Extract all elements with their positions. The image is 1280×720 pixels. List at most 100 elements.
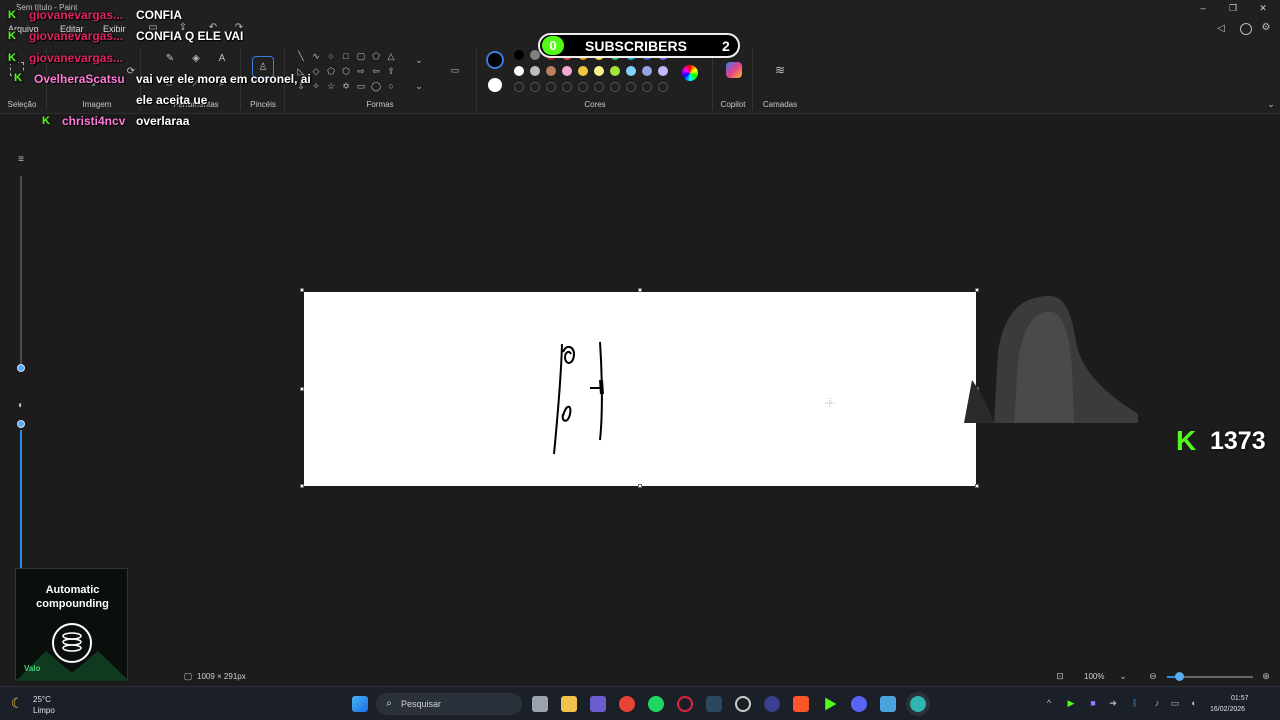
palette-swatch[interactable] [610, 66, 620, 76]
drawing-canvas[interactable] [304, 292, 976, 486]
opacity-slider-knob[interactable] [17, 420, 25, 428]
resize-handle[interactable] [638, 484, 642, 488]
microphone-icon[interactable]: ♪ [1150, 697, 1164, 709]
fill-dropdown-icon[interactable]: ⌄ [412, 80, 426, 92]
task-view-icon[interactable] [532, 696, 548, 712]
custom-color-slot[interactable] [626, 82, 636, 92]
six-point-star-shape-icon[interactable]: ✡ [339, 80, 353, 92]
collapse-ribbon-icon[interactable]: ⌄ [1264, 98, 1278, 110]
left-arrow-shape-icon[interactable]: ⇦ [369, 65, 383, 77]
fit-to-window-icon[interactable]: ⊡ [1053, 670, 1067, 682]
network-icon[interactable]: ▭ [1168, 697, 1182, 709]
settings-gear-icon[interactable]: ⚙ [1259, 22, 1273, 34]
custom-color-slot[interactable] [562, 82, 572, 92]
callout-shape-icon[interactable]: ▭ [354, 80, 368, 92]
pentagon-shape-icon[interactable]: ⬠ [324, 65, 338, 77]
spotify-icon[interactable] [648, 696, 664, 712]
resize-handle[interactable] [300, 387, 304, 391]
clock-date[interactable]: 16/02/2026 [1210, 706, 1245, 713]
custom-color-slot[interactable] [514, 82, 524, 92]
resize-handle[interactable] [300, 288, 304, 292]
oval-shape-icon[interactable]: ○ [324, 50, 338, 62]
tray-kick-icon[interactable]: ▶ [1064, 697, 1078, 709]
zoom-out-icon[interactable]: ⊖ [1146, 670, 1160, 682]
palette-swatch[interactable] [514, 66, 524, 76]
notepad-icon[interactable] [880, 696, 896, 712]
account-icon[interactable] [1240, 23, 1252, 35]
tray-chevron-icon[interactable]: ^ [1042, 697, 1056, 709]
weather-temp[interactable]: 25°C [33, 695, 51, 704]
taskbar-search[interactable]: ⌕ Pesquisar [376, 693, 522, 715]
right-arrow-shape-icon[interactable]: ⇨ [354, 65, 368, 77]
zoom-dropdown-icon[interactable]: ⌄ [1116, 670, 1130, 682]
resize-handle[interactable] [300, 484, 304, 488]
discord-icon[interactable] [851, 696, 867, 712]
hexagon-shape-icon[interactable]: ⬡ [339, 65, 353, 77]
weather-moon-icon[interactable]: ☾ [10, 696, 24, 710]
chrome-icon[interactable] [619, 696, 635, 712]
obs-icon[interactable] [735, 696, 751, 712]
paint-app-icon[interactable] [910, 696, 926, 712]
custom-color-slot[interactable] [578, 82, 588, 92]
palette-swatch[interactable] [594, 66, 604, 76]
edit-colors-icon[interactable] [682, 65, 698, 81]
curve-shape-icon[interactable]: ∿ [309, 50, 323, 62]
triangle-shape-icon[interactable]: △ [384, 50, 398, 62]
custom-color-slot[interactable] [546, 82, 556, 92]
resize-handle[interactable] [638, 288, 642, 292]
star-shape-icon[interactable]: ☆ [324, 80, 338, 92]
resize-handle[interactable] [975, 484, 979, 488]
shape-options-icon[interactable]: ▭ [448, 64, 462, 76]
fill-bucket-icon[interactable]: ◈ [189, 53, 203, 65]
custom-color-slot[interactable] [642, 82, 652, 92]
pencil-icon[interactable]: ✎ [163, 53, 177, 65]
text-tool-icon[interactable]: A [215, 53, 229, 65]
tray-arrow-icon[interactable]: ➜ [1106, 697, 1120, 709]
bluetooth-icon[interactable]: ᛒ [1128, 697, 1142, 709]
clock-time[interactable]: 01:57 [1231, 695, 1249, 702]
palette-swatch[interactable] [658, 66, 668, 76]
oval-callout-shape-icon[interactable]: ◯ [369, 80, 383, 92]
volume-icon[interactable]: ◖ [1186, 697, 1200, 709]
widgets-icon[interactable] [590, 696, 606, 712]
cloud-callout-shape-icon[interactable]: ○ [384, 80, 398, 92]
zoom-level[interactable]: 100% [1084, 672, 1104, 681]
brave-icon[interactable] [793, 696, 809, 712]
zoom-slider-knob[interactable] [1175, 672, 1184, 681]
minimize-button[interactable]: – [1196, 2, 1210, 14]
streaming-app-icon[interactable] [764, 696, 780, 712]
rounded-rect-shape-icon[interactable]: ▢ [354, 50, 368, 62]
kick-app-icon[interactable] [825, 697, 837, 711]
secondary-color[interactable] [488, 78, 502, 92]
layers-icon[interactable]: ≋ [773, 64, 787, 76]
rectangle-shape-icon[interactable]: □ [339, 50, 353, 62]
size-slider-knob[interactable] [17, 364, 25, 372]
palette-swatch[interactable] [562, 66, 572, 76]
windows-start-icon[interactable] [352, 696, 368, 712]
file-explorer-icon[interactable] [561, 696, 577, 712]
custom-color-slot[interactable] [530, 82, 540, 92]
palette-swatch[interactable] [530, 66, 540, 76]
outline-dropdown-icon[interactable]: ⌄ [412, 54, 426, 66]
custom-color-slot[interactable] [594, 82, 604, 92]
up-arrow-shape-icon[interactable]: ⇧ [384, 65, 398, 77]
diamond-shape-icon[interactable]: ◇ [309, 65, 323, 77]
steam-icon[interactable] [706, 696, 722, 712]
line-shape-icon[interactable]: ╲ [294, 50, 308, 62]
polygon-shape-icon[interactable]: ⬠ [369, 50, 383, 62]
palette-swatch[interactable] [546, 66, 556, 76]
palette-swatch[interactable] [626, 66, 636, 76]
custom-color-slot[interactable] [658, 82, 668, 92]
weather-desc[interactable]: Limpo [33, 706, 55, 715]
megaphone-icon[interactable]: ◁ [1214, 23, 1228, 35]
primary-color[interactable] [486, 51, 504, 69]
palette-swatch[interactable] [642, 66, 652, 76]
custom-color-slot[interactable] [610, 82, 620, 92]
size-slider-track[interactable] [20, 176, 22, 368]
copilot-icon[interactable] [726, 62, 742, 78]
opera-icon[interactable] [677, 696, 693, 712]
tray-app-icon[interactable]: ■ [1086, 697, 1100, 709]
restore-button[interactable]: ❐ [1226, 2, 1240, 14]
palette-swatch[interactable] [530, 50, 540, 60]
zoom-in-icon[interactable]: ⊕ [1259, 670, 1273, 682]
